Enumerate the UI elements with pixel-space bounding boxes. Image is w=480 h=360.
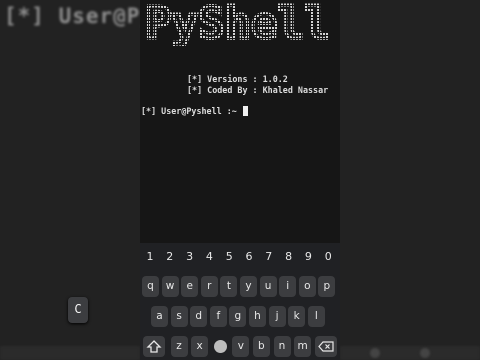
number-key-5[interactable]: 5 [220, 247, 238, 267]
letter-row-2: asdfghjkl [140, 306, 340, 330]
logo-text: PyShell [145, 0, 330, 46]
key-k[interactable]: k [288, 306, 306, 327]
letter-row-3: zx vbnm [140, 336, 340, 360]
key-c[interactable] [212, 336, 229, 357]
number-key-7[interactable]: 7 [260, 247, 278, 267]
backspace-key[interactable] [315, 336, 337, 357]
backdrop-bar-right [340, 346, 480, 360]
backspace-icon [318, 341, 334, 352]
key-u[interactable]: u [259, 276, 277, 297]
key-x[interactable]: x [191, 336, 209, 357]
backdrop-dot [370, 348, 380, 358]
key-e[interactable]: e [181, 276, 199, 297]
key-s[interactable]: s [170, 306, 188, 327]
key-j[interactable]: j [268, 306, 286, 327]
shift-key[interactable] [143, 336, 165, 357]
coded-by-line: [*] Coded By : Khaled Nassar [187, 85, 329, 95]
key-p[interactable]: p [318, 276, 336, 297]
letter-row-1: qwertyuiop [140, 276, 340, 300]
pyshell-logo-art: PyShell [144, 0, 332, 46]
key-q[interactable]: q [142, 276, 159, 297]
text-cursor [242, 106, 248, 116]
key-r[interactable]: r [200, 276, 218, 297]
key-t[interactable]: t [220, 276, 238, 297]
terminal-view[interactable]: PyShell [*] Versions : 1.0.2 [*] Coded By… [140, 0, 340, 243]
key-h[interactable]: h [249, 306, 266, 327]
soft-keyboard: 1234567890 qwertyuiop asdfghjkl zx vbnm [140, 243, 340, 360]
prompt-text: [*] User@Pyshell :~ [141, 106, 237, 116]
number-key-0[interactable]: 0 [319, 247, 337, 267]
backdrop-dot [420, 348, 430, 358]
command-prompt[interactable]: [*] User@Pyshell :~ [141, 106, 248, 116]
shift-icon [146, 340, 162, 353]
key-d[interactable]: d [190, 306, 208, 327]
ascii-logo: PyShell [140, 0, 340, 46]
key-m[interactable]: m [294, 336, 312, 357]
key-i[interactable]: i [279, 276, 297, 297]
touch-indicator [213, 340, 227, 353]
key-v[interactable]: v [232, 336, 250, 357]
key-z[interactable]: z [170, 336, 188, 357]
number-key-1[interactable]: 1 [141, 247, 159, 267]
backdrop-prompt-text: [*] User@Py [4, 4, 140, 28]
key-a[interactable]: a [151, 306, 168, 327]
key-g[interactable]: g [229, 306, 247, 327]
number-key-8[interactable]: 8 [280, 247, 298, 267]
number-key-6[interactable]: 6 [240, 247, 258, 267]
key-b[interactable]: b [252, 336, 270, 357]
backdrop-right [340, 0, 480, 360]
key-w[interactable]: w [161, 276, 179, 297]
versions-line: [*] Versions : 1.0.2 [187, 74, 288, 84]
number-key-3[interactable]: 3 [181, 247, 199, 267]
number-key-4[interactable]: 4 [200, 247, 218, 267]
key-n[interactable]: n [273, 336, 291, 357]
info-block: [*] Versions : 1.0.2 [*] Coded By : Khale… [187, 74, 328, 96]
number-key-9[interactable]: 9 [299, 247, 317, 267]
number-row: 1234567890 [140, 247, 340, 271]
key-f[interactable]: f [209, 306, 227, 327]
key-l[interactable]: l [307, 306, 325, 327]
number-key-2[interactable]: 2 [161, 247, 179, 267]
key-o[interactable]: o [298, 276, 316, 297]
backdrop-bar [0, 346, 140, 360]
key-popup-preview: C [68, 297, 88, 323]
phone-screen: PyShell [*] Versions : 1.0.2 [*] Coded By… [140, 0, 340, 360]
key-y[interactable]: y [240, 276, 257, 297]
